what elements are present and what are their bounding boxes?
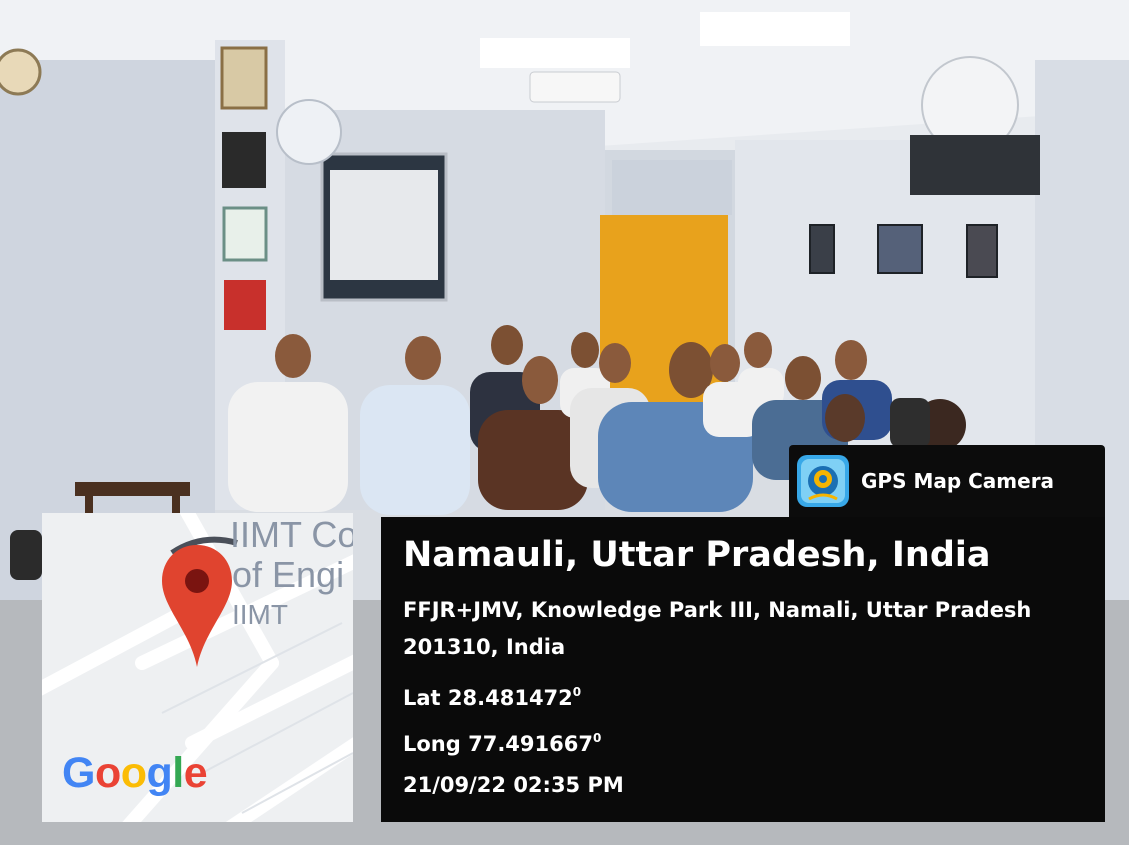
map-label-2: of Engi bbox=[232, 554, 345, 595]
google-logo-letter: o bbox=[120, 749, 147, 797]
google-logo-letter: g bbox=[146, 749, 173, 797]
google-logo-letter: e bbox=[183, 749, 208, 797]
map-label-3: IIMT bbox=[232, 599, 288, 630]
place-name: Namauli, Uttar Pradesh, India bbox=[403, 535, 991, 575]
google-logo-letter: o bbox=[94, 749, 121, 797]
gps-map-camera-icon bbox=[797, 455, 849, 507]
map-pin-icon bbox=[162, 545, 232, 667]
location-info-panel: Namauli, Uttar Pradesh, India FFJR+JMV, … bbox=[381, 517, 1105, 822]
map-thumbnail: IIMT Co of Engi IIMT Google bbox=[42, 513, 353, 822]
app-name: GPS Map Camera bbox=[861, 469, 1055, 493]
google-logo-letter: l bbox=[172, 749, 184, 797]
google-logo-letter: G bbox=[62, 749, 95, 797]
address: FFJR+JMV, Knowledge Park III, Namali, Ut… bbox=[403, 598, 1032, 659]
longitude: Long 77.4916670 bbox=[403, 731, 602, 756]
datetime: 21/09/22 02:35 PM bbox=[403, 773, 624, 797]
map-label-1: IIMT Co bbox=[230, 514, 353, 555]
latitude: Lat 28.4814720 bbox=[403, 685, 582, 710]
gps-map-camera-badge: GPS Map Camera bbox=[789, 445, 1105, 517]
google-logo: Google bbox=[62, 749, 208, 798]
